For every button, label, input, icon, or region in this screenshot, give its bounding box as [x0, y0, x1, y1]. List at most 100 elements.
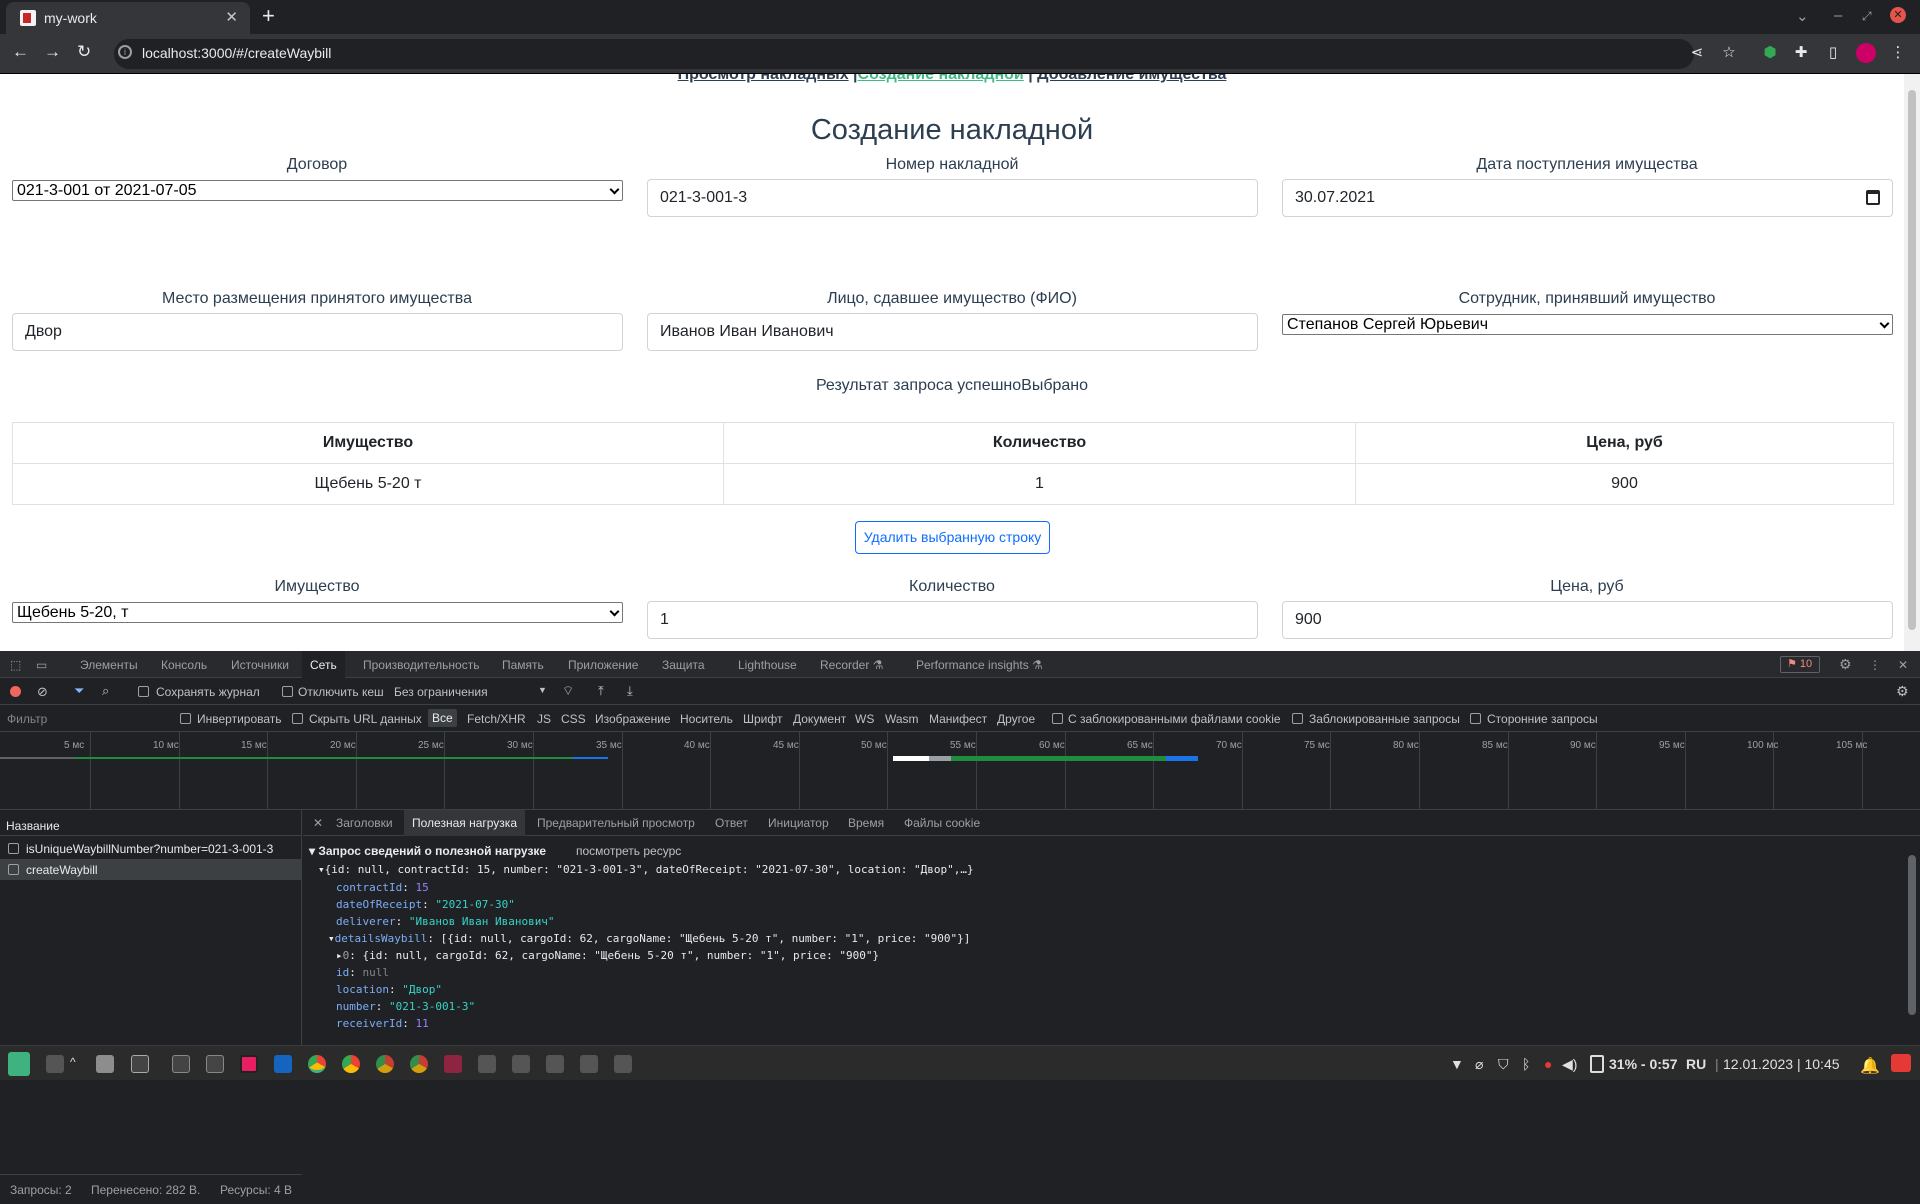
- calendar-icon[interactable]: [1866, 190, 1880, 205]
- forward-icon[interactable]: →: [44, 42, 61, 62]
- close-devtools-icon[interactable]: ✕: [1898, 658, 1908, 672]
- filter-type-wasm[interactable]: Wasm: [885, 712, 919, 726]
- filter-funnel-icon[interactable]: ⏷: [74, 683, 84, 699]
- wifi-icon[interactable]: ▼: [1450, 1056, 1464, 1072]
- close-tab-icon[interactable]: ✕: [225, 8, 238, 26]
- terminal-window-icon[interactable]: [206, 1055, 224, 1073]
- attachment-icon[interactable]: ⌀: [1475, 1056, 1483, 1073]
- microphone-icon[interactable]: ●: [1544, 1056, 1552, 1072]
- battery-status[interactable]: 31% - 0:57: [1609, 1056, 1677, 1072]
- filter-type-all[interactable]: Все: [428, 709, 457, 727]
- filter-type-media[interactable]: Носитель: [680, 712, 733, 726]
- devtools-tab-network[interactable]: Сеть: [302, 651, 345, 678]
- shield-tray-icon[interactable]: ⛉: [1498, 1056, 1509, 1073]
- request-row-selected[interactable]: createWaybill: [0, 859, 302, 880]
- request-row[interactable]: isUniqueWaybillNumber?number=021-3-001-3: [0, 838, 302, 859]
- deliverer-input[interactable]: Иванов Иван Иванович: [647, 313, 1258, 351]
- folder-window-icon[interactable]: [614, 1055, 632, 1073]
- site-info-icon[interactable]: i: [118, 45, 132, 59]
- devtools-tab-security[interactable]: Защита: [662, 658, 705, 672]
- page-scrollbar[interactable]: [1904, 74, 1920, 651]
- minimize-icon[interactable]: –: [1834, 7, 1842, 24]
- blocked-cookies-checkbox[interactable]: [1052, 713, 1063, 724]
- invert-checkbox[interactable]: [180, 713, 191, 724]
- filter-type-image[interactable]: Изображение: [595, 712, 671, 726]
- chrome-app-icon[interactable]: [342, 1055, 360, 1073]
- clear-icon[interactable]: ⊘: [37, 684, 48, 700]
- side-panel-icon[interactable]: ▯: [1825, 45, 1841, 61]
- reload-icon[interactable]: ↻: [77, 42, 91, 62]
- back-icon[interactable]: ←: [12, 42, 29, 62]
- new-tab-button[interactable]: +: [262, 3, 275, 29]
- view-source-link[interactable]: посмотреть ресурс: [576, 844, 681, 858]
- scrollbar-thumb[interactable]: [1908, 90, 1916, 630]
- detail-tab-payload[interactable]: Полезная нагрузка: [404, 810, 525, 836]
- chrome-app-icon[interactable]: [308, 1055, 326, 1073]
- battery-icon[interactable]: [1590, 1055, 1604, 1073]
- network-settings-gear-icon[interactable]: ⚙: [1896, 683, 1909, 700]
- detail-tab-preview[interactable]: Предварительный просмотр: [537, 816, 695, 830]
- clock-datetime[interactable]: 12.01.2023 | 10:45: [1723, 1056, 1840, 1072]
- close-window-icon[interactable]: ✕: [1890, 7, 1906, 23]
- omnibox[interactable]: i localhost:3000/#/createWaybill: [114, 39, 1694, 69]
- extensions-puzzle-icon[interactable]: ✚: [1793, 45, 1809, 61]
- detail-tab-cookies[interactable]: Файлы cookie: [904, 816, 980, 830]
- filter-type-ws[interactable]: WS: [855, 712, 874, 726]
- network-timeline-overview[interactable]: 5 мс 10 мс 15 мс 20 мс 25 мс 30 мс 35 мс 40 мс 4…: [0, 732, 1920, 810]
- folder-window-icon[interactable]: [580, 1055, 598, 1073]
- filter-type-fetch-xhr[interactable]: Fetch/XHR: [467, 712, 526, 726]
- bluetooth-icon[interactable]: ᛒ: [1522, 1056, 1530, 1072]
- waybill-number-input[interactable]: 021-3-001-3: [647, 179, 1258, 217]
- notifications-bell-icon[interactable]: 🔔: [1860, 1056, 1880, 1076]
- filter-type-css[interactable]: CSS: [561, 712, 586, 726]
- devtools-scrollbar[interactable]: [1904, 841, 1920, 1041]
- bookmark-star-icon[interactable]: ☆: [1721, 45, 1737, 61]
- preserve-log-checkbox[interactable]: [138, 686, 149, 697]
- chrome-app-icon[interactable]: [410, 1055, 428, 1073]
- close-detail-icon[interactable]: ✕: [313, 816, 323, 830]
- price-input[interactable]: 900: [1282, 601, 1893, 639]
- hide-data-urls-checkbox[interactable]: [292, 713, 303, 724]
- quantity-input[interactable]: 1: [647, 601, 1258, 639]
- export-har-icon[interactable]: ⤓: [627, 683, 633, 699]
- payload-summary[interactable]: ▾{id: null, contractId: 15, number: "021…: [318, 863, 974, 876]
- devtools-tab-sources[interactable]: Источники: [231, 658, 289, 672]
- workspace-icon[interactable]: [46, 1055, 64, 1073]
- nav-view-waybills-link[interactable]: Просмотр накладных: [678, 74, 849, 83]
- payload-line[interactable]: ▾detailsWaybill: [{id: null, cargoId: 62…: [328, 932, 970, 945]
- detail-tab-headers[interactable]: Заголовки: [336, 816, 393, 830]
- payload-line[interactable]: ▸0: {id: null, cargoId: 62, cargoName: "…: [336, 949, 879, 962]
- throttling-select[interactable]: Без ограничения: [394, 685, 488, 699]
- shield-extension-icon[interactable]: ⬢: [1762, 45, 1778, 61]
- scrollbar-thumb[interactable]: [1908, 855, 1916, 1015]
- vscode-app-icon[interactable]: [274, 1055, 292, 1073]
- contract-select[interactable]: 021-3-001 от 2021-07-05: [12, 180, 623, 201]
- devtools-tab-memory[interactable]: Память: [502, 658, 544, 672]
- search-icon[interactable]: ⌕: [102, 683, 109, 699]
- chat-notification-icon[interactable]: [1891, 1054, 1911, 1072]
- filter-type-other[interactable]: Другое: [997, 712, 1035, 726]
- third-party-checkbox[interactable]: [1470, 713, 1481, 724]
- browser-tab[interactable]: my-work ✕: [6, 2, 250, 34]
- filter-type-js[interactable]: JS: [537, 712, 551, 726]
- device-toolbar-icon[interactable]: ▭: [36, 658, 47, 672]
- volume-icon[interactable]: ◀): [1562, 1056, 1577, 1073]
- detail-tab-response[interactable]: Ответ: [715, 816, 748, 830]
- receipt-date-input[interactable]: 30.07.2021: [1282, 179, 1893, 217]
- record-icon[interactable]: [10, 686, 21, 697]
- error-count-badge[interactable]: ⚑ 10: [1780, 656, 1820, 673]
- detail-tab-timing[interactable]: Время: [848, 816, 884, 830]
- terminal-app-icon[interactable]: [131, 1055, 149, 1073]
- jetbrains-app-icon[interactable]: [240, 1055, 258, 1073]
- jetbrains-window-icon[interactable]: [444, 1055, 462, 1073]
- filter-type-document[interactable]: Документ: [793, 712, 846, 726]
- filter-type-font[interactable]: Шрифт: [743, 712, 782, 726]
- nav-add-property-link[interactable]: Добавление имущества: [1037, 74, 1226, 83]
- payload-section-title[interactable]: ▾ Запрос сведений о полезной нагрузке: [309, 844, 546, 858]
- url-text[interactable]: localhost:3000/#/createWaybill: [142, 45, 331, 61]
- folder-window-icon[interactable]: [478, 1055, 496, 1073]
- request-list-header[interactable]: Название: [0, 810, 302, 836]
- delete-selected-row-button[interactable]: Удалить выбранную строку: [855, 521, 1050, 554]
- profile-avatar[interactable]: [1856, 43, 1876, 63]
- devtools-tab-elements[interactable]: Элементы: [80, 658, 138, 672]
